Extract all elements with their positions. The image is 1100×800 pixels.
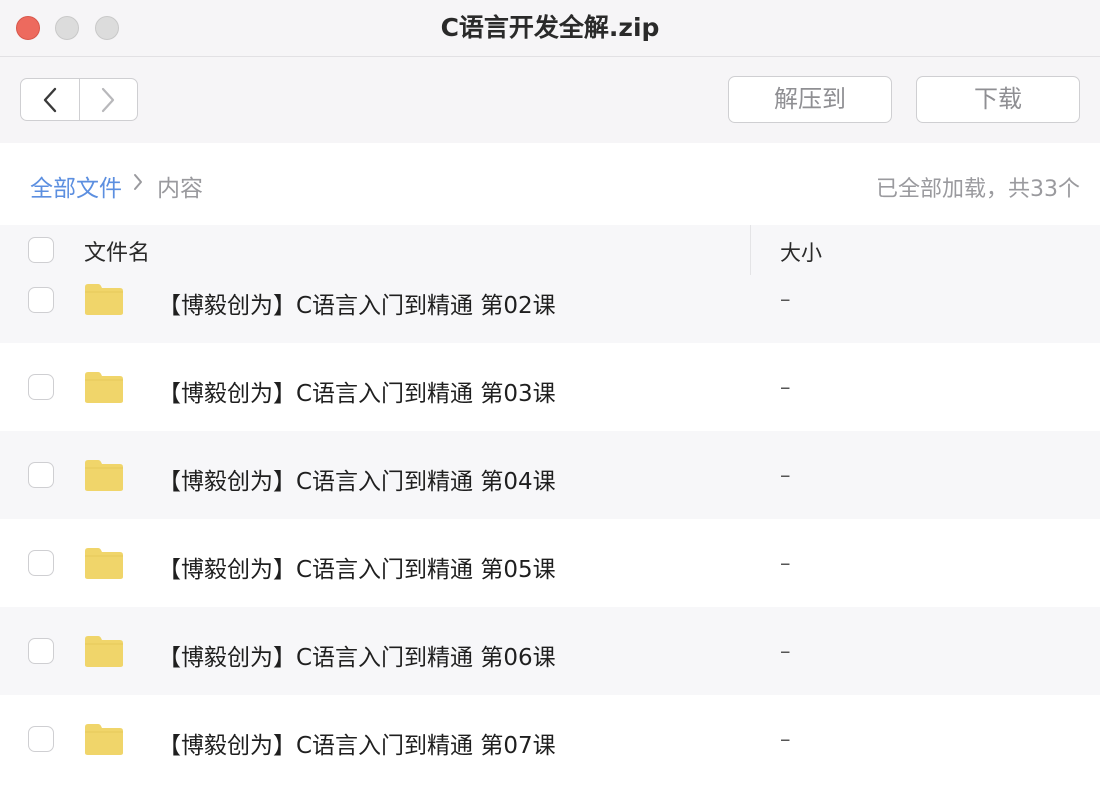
column-header-name[interactable]: 文件名 xyxy=(84,235,150,267)
row-checkbox[interactable] xyxy=(28,726,54,752)
table-row[interactable]: 【博毅创为】C语言入门到精通 第07课 – xyxy=(0,695,1100,783)
load-status: 已全部加载，共33个 xyxy=(876,177,1080,202)
chevron-right-icon xyxy=(102,87,115,112)
file-size: – xyxy=(780,287,791,311)
row-checkbox[interactable] xyxy=(28,287,54,313)
row-checkbox[interactable] xyxy=(28,550,54,576)
file-size: – xyxy=(780,463,791,487)
breadcrumb: 全部文件 内容 已全部加载，共33个 xyxy=(0,143,1100,225)
folder-icon xyxy=(85,636,123,667)
folder-icon xyxy=(85,284,123,315)
select-all-checkbox[interactable] xyxy=(28,237,54,263)
chevron-right-icon xyxy=(134,174,142,190)
breadcrumb-current: 内容 xyxy=(157,176,203,202)
folder-icon xyxy=(85,460,123,491)
breadcrumb-all-files[interactable]: 全部文件 xyxy=(30,169,122,203)
toolbar: 解压到 下载 xyxy=(0,57,1100,143)
table-row[interactable]: 【博毅创为】C语言入门到精通 第05课 – xyxy=(0,519,1100,607)
file-name: 【博毅创为】C语言入门到精通 第07课 xyxy=(158,733,556,759)
column-divider[interactable] xyxy=(750,225,751,275)
title-bar: C语言开发全解.zip xyxy=(0,0,1100,57)
table-row[interactable]: 【博毅创为】C语言入门到精通 第03课 – xyxy=(0,343,1100,431)
folder-icon xyxy=(85,548,123,579)
window-title: C语言开发全解.zip xyxy=(440,13,660,42)
download-button[interactable]: 下载 xyxy=(916,76,1080,123)
file-size: – xyxy=(780,375,791,399)
chevron-left-icon xyxy=(43,87,56,112)
table-row[interactable]: 【博毅创为】C语言入门到精通 第02课 – xyxy=(0,275,1100,343)
file-name: 【博毅创为】C语言入门到精通 第04课 xyxy=(158,469,556,495)
back-button[interactable] xyxy=(21,79,79,120)
file-list: 【博毅创为】C语言入门到精通 第02课 – 【博毅创为】C语言入门到精通 第03… xyxy=(0,275,1100,783)
extract-to-button[interactable]: 解压到 xyxy=(728,76,892,123)
table-row[interactable]: 【博毅创为】C语言入门到精通 第04课 – xyxy=(0,431,1100,519)
file-name: 【博毅创为】C语言入门到精通 第06课 xyxy=(158,645,556,671)
folder-icon xyxy=(85,724,123,755)
file-size: – xyxy=(780,727,791,751)
row-checkbox[interactable] xyxy=(28,374,54,400)
file-name: 【博毅创为】C语言入门到精通 第03课 xyxy=(158,381,556,407)
file-size: – xyxy=(780,639,791,663)
archive-window: C语言开发全解.zip 解压到 下载 全部文件 内容 已全部加载，共33个 文件… xyxy=(0,0,1100,800)
table-row[interactable]: 【博毅创为】C语言入门到精通 第06课 – xyxy=(0,607,1100,695)
file-name: 【博毅创为】C语言入门到精通 第05课 xyxy=(158,557,556,583)
row-checkbox[interactable] xyxy=(28,638,54,664)
file-size: – xyxy=(780,551,791,575)
column-header-size[interactable]: 大小 xyxy=(780,237,822,267)
row-checkbox[interactable] xyxy=(28,462,54,488)
folder-icon xyxy=(85,372,123,403)
forward-button[interactable] xyxy=(78,79,138,120)
file-name: 【博毅创为】C语言入门到精通 第02课 xyxy=(158,293,556,319)
navigation-buttons xyxy=(20,78,138,121)
table-header: 文件名 大小 xyxy=(0,225,1100,275)
